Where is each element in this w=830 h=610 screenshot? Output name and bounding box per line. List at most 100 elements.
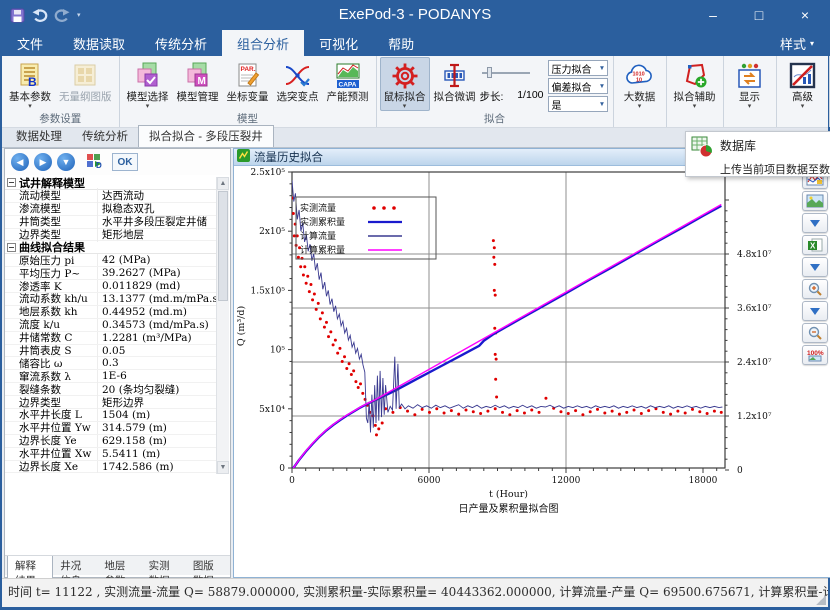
property-row[interactable]: 边界长度 Xe1742.586 (m)	[5, 461, 217, 474]
svg-text:2.4x10⁷: 2.4x10⁷	[737, 358, 772, 368]
property-value[interactable]: 矩形地层	[97, 227, 217, 242]
ribbon-group-参数设置: B基本参数▾无量纲图版参数设置	[2, 56, 120, 127]
step-size-label: 步长:	[480, 89, 504, 104]
ribbon-button-鼠标拟合[interactable]: 鼠标拟合▾	[380, 57, 430, 111]
ribbon-button-无量纲图版: 无量纲图版	[55, 57, 116, 104]
chevron-down-icon: ▾	[801, 103, 805, 110]
ribbon-button-label: 模型选择	[127, 91, 169, 103]
property-value[interactable]: 0.44952 (md.m)	[97, 306, 217, 318]
combo-压力拟合[interactable]: 压力拟合▼	[548, 60, 608, 76]
step-size-slider[interactable]	[482, 66, 544, 80]
document-tab-2[interactable]: 拟合拟合 - 多段压裂井	[138, 125, 274, 147]
ribbon-button-显示[interactable]: 显示▾	[727, 57, 773, 111]
menu-tab-5[interactable]: 帮助	[373, 30, 429, 56]
nav-left-button[interactable]: ◀	[11, 153, 29, 171]
property-value[interactable]: 13.1377 (md.m/mPa.s)	[97, 293, 217, 305]
ribbon-button-label: 拟合微调	[434, 91, 476, 103]
menu-tab-0[interactable]: 文件	[2, 30, 58, 56]
capa-icon: CAPA	[335, 60, 361, 91]
zoom-100-button[interactable]: 100%	[802, 345, 828, 365]
property-value[interactable]: 0.34573 (md/mPa.s)	[97, 319, 217, 331]
ribbon-button-label: 选突变点	[277, 91, 319, 103]
property-value[interactable]: 1504 (m)	[97, 409, 217, 421]
property-value[interactable]: 314.579 (m)	[97, 422, 217, 434]
nav-down-button[interactable]: ▼	[57, 153, 75, 171]
display-icon	[736, 60, 763, 91]
close-button[interactable]: ×	[782, 0, 828, 30]
ok-button[interactable]: OK	[112, 153, 138, 171]
document-tab-1[interactable]: 传统分析	[72, 126, 138, 147]
menu-tab-2[interactable]: 传统分析	[140, 30, 222, 56]
property-value[interactable]: 1.2281 (m³/MPa)	[97, 332, 217, 344]
menu-bar: 文件数据读取传统分析组合分析可视化帮助 样式 ▾	[2, 30, 828, 56]
save-image-button[interactable]	[802, 191, 828, 211]
svg-text:计算流量: 计算流量	[300, 230, 336, 242]
ribbon-button-产能预测[interactable]: CAPA产能预测	[323, 57, 373, 104]
database-tooltip[interactable]: 数据库 上传当前项目数据至数	[685, 131, 830, 177]
tooltip-title: 数据库	[720, 137, 830, 154]
quick-access-toolbar: ▾	[2, 8, 81, 23]
zoom-in-button[interactable]	[802, 279, 828, 299]
export-excel-button[interactable]: X	[802, 235, 828, 255]
svg-text:6000: 6000	[418, 476, 441, 486]
application-window: ▾ ExePod-3 - PODANYS – □ × 文件数据读取传统分析组合分…	[0, 0, 830, 610]
property-value[interactable]: 0.011829 (md)	[97, 280, 217, 292]
menu-tab-4[interactable]: 可视化	[304, 30, 373, 56]
scroll-down-icon[interactable]: ▼	[217, 461, 229, 474]
zoom-out-button[interactable]	[802, 323, 828, 343]
scroll-up-icon[interactable]: ▲	[217, 177, 229, 190]
combo-是[interactable]: 是▼	[548, 96, 608, 112]
ribbon-group-label	[617, 113, 663, 127]
document-tab-0[interactable]: 数据处理	[6, 126, 72, 147]
ribbon-button-label: 拟合辅助	[674, 91, 716, 103]
save-icon[interactable]	[10, 8, 25, 23]
property-value[interactable]: 0.3	[97, 357, 217, 369]
dropdown-icon[interactable]	[802, 213, 828, 233]
dropdown-icon[interactable]	[802, 301, 828, 321]
nav-right-button[interactable]: ▶	[34, 153, 52, 171]
ribbon-button-拟合辅助[interactable]: 拟合辅助▾	[670, 57, 720, 111]
ribbon-button-拟合微调[interactable]: 拟合微调	[430, 57, 480, 104]
ribbon-button-模型选择[interactable]: 模型选择▾	[123, 57, 173, 111]
ribbon-button-基本参数[interactable]: B基本参数▾	[5, 57, 55, 111]
property-value[interactable]: 42 (MPa)	[97, 254, 217, 266]
redo-icon[interactable]	[54, 8, 71, 22]
ribbon-button-高级[interactable]: 高级▾	[780, 57, 826, 111]
svg-text:CAPA: CAPA	[338, 82, 356, 89]
ribbon-group-label	[727, 113, 773, 127]
svg-text:10: 10	[636, 78, 642, 84]
ribbon-button-模型管理[interactable]: M模型管理	[173, 57, 223, 104]
property-value[interactable]: 1742.586 (m)	[97, 461, 217, 473]
ribbon-button-选突变点[interactable]: 选突变点	[273, 57, 323, 104]
qat-customize-icon[interactable]: ▾	[77, 11, 81, 19]
undo-icon[interactable]	[31, 8, 48, 22]
apply-data-icon[interactable]: D	[86, 153, 103, 172]
menu-tab-1[interactable]: 数据读取	[58, 30, 140, 56]
parameter-panel: ◀ ▶ ▼ D OK 试井解释模型流动模型达西流动渗流模型拟稳态双孔井筒类型水平…	[4, 148, 231, 578]
property-value[interactable]: 629.158 (m)	[97, 435, 217, 447]
property-value[interactable]: 39.2627 (MPa)	[97, 267, 217, 279]
svg-text:1.5x10⁵: 1.5x10⁵	[251, 286, 286, 296]
dropdown-icon[interactable]	[802, 257, 828, 277]
scrollbar-thumb[interactable]	[218, 191, 228, 301]
property-value[interactable]: 1E-6	[97, 370, 217, 382]
parameter-scrollbar[interactable]: ▲ ▼	[216, 177, 229, 474]
menu-tab-3[interactable]: 组合分析	[222, 30, 304, 56]
collapse-icon[interactable]	[7, 243, 16, 252]
ribbon-button-label: 坐标变量	[227, 91, 269, 103]
style-menu[interactable]: 样式 ▾	[766, 30, 828, 56]
property-value[interactable]: 矩形边界	[97, 395, 217, 410]
svg-text:X: X	[810, 242, 816, 251]
property-value[interactable]: 5.5411 (m)	[97, 448, 217, 460]
property-value[interactable]: 0.05	[97, 345, 217, 357]
ribbon-button-坐标变量[interactable]: PAR.坐标变量	[223, 57, 273, 104]
maximize-button[interactable]: □	[736, 0, 782, 30]
parameter-toolbar: ◀ ▶ ▼ D OK	[5, 149, 230, 175]
minimize-button[interactable]: –	[690, 0, 736, 30]
fit-combo-stack: 压力拟合▼ 偏差拟合▼ 是▼	[548, 60, 608, 112]
step-size-widget: 步长:1/100	[480, 57, 546, 104]
collapse-icon[interactable]	[7, 178, 16, 187]
ribbon-button-大数据[interactable]: 101010大数据▾	[617, 57, 663, 111]
combo-偏差拟合[interactable]: 偏差拟合▼	[548, 78, 608, 94]
chevron-down-icon: ▾	[810, 39, 814, 48]
